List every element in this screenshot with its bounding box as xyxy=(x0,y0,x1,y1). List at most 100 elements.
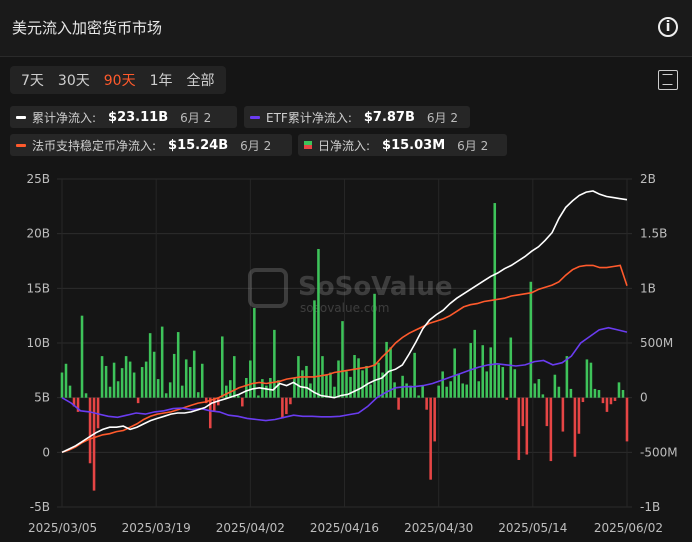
daily-bar[interactable] xyxy=(341,321,344,398)
daily-bar[interactable] xyxy=(269,377,272,398)
daily-bar[interactable] xyxy=(188,367,192,398)
daily-bar[interactable] xyxy=(513,369,517,398)
daily-bar[interactable] xyxy=(200,363,204,398)
daily-bar[interactable] xyxy=(124,356,128,398)
daily-bar[interactable] xyxy=(88,397,92,464)
daily-bar[interactable] xyxy=(557,386,561,398)
daily-bar[interactable] xyxy=(281,397,284,419)
daily-bar[interactable] xyxy=(184,359,188,398)
daily-bar[interactable] xyxy=(285,397,288,415)
daily-bar[interactable] xyxy=(176,332,180,398)
daily-bar[interactable] xyxy=(613,397,617,401)
daily-bar[interactable] xyxy=(441,371,444,398)
daily-bar[interactable] xyxy=(481,345,485,398)
daily-bar[interactable] xyxy=(84,393,88,398)
daily-bar[interactable] xyxy=(172,353,176,398)
daily-bar[interactable] xyxy=(180,385,184,398)
daily-bar[interactable] xyxy=(461,383,464,398)
daily-bar[interactable] xyxy=(569,388,573,398)
daily-bar[interactable] xyxy=(112,362,116,398)
daily-bar[interactable] xyxy=(237,395,240,398)
daily-bar[interactable] xyxy=(104,365,108,398)
daily-bar[interactable] xyxy=(453,348,456,398)
daily-bar[interactable] xyxy=(277,380,280,398)
daily-bar[interactable] xyxy=(585,359,589,398)
daily-bar[interactable] xyxy=(385,341,388,398)
daily-bar[interactable] xyxy=(433,397,436,442)
daily-bar[interactable] xyxy=(429,397,432,480)
daily-bar[interactable] xyxy=(581,397,585,403)
daily-bar[interactable] xyxy=(617,382,621,398)
daily-bar[interactable] xyxy=(168,382,172,398)
daily-bar[interactable] xyxy=(293,377,296,398)
daily-bar[interactable] xyxy=(325,374,328,398)
daily-bar[interactable] xyxy=(333,386,336,398)
daily-bar[interactable] xyxy=(625,397,629,442)
daily-bar[interactable] xyxy=(373,293,376,398)
daily-bar[interactable] xyxy=(136,397,140,404)
daily-bar[interactable] xyxy=(68,385,72,398)
daily-bar[interactable] xyxy=(529,281,533,398)
daily-bar[interactable] xyxy=(301,370,304,398)
daily-bar[interactable] xyxy=(253,308,256,398)
chart-plot[interactable]: SoSoValue sosovalue.com 25B 2B 20B 1.5B 15B 1… xyxy=(0,0,692,542)
daily-bar[interactable] xyxy=(148,333,152,398)
daily-bar[interactable] xyxy=(517,397,521,460)
daily-bar[interactable] xyxy=(413,352,416,398)
daily-bar[interactable] xyxy=(477,381,481,398)
daily-bar[interactable] xyxy=(361,370,364,398)
daily-bar[interactable] xyxy=(425,397,428,410)
daily-bar[interactable] xyxy=(449,381,452,398)
daily-bar[interactable] xyxy=(245,377,248,398)
daily-bar[interactable] xyxy=(80,315,84,398)
daily-bar[interactable] xyxy=(313,300,316,398)
daily-bar[interactable] xyxy=(421,385,424,398)
daily-bar[interactable] xyxy=(305,365,308,398)
daily-bar[interactable] xyxy=(405,383,408,398)
daily-bar[interactable] xyxy=(497,364,501,398)
daily-bar[interactable] xyxy=(229,380,232,398)
daily-bar[interactable] xyxy=(621,390,625,398)
daily-bar[interactable] xyxy=(565,356,569,398)
daily-bar[interactable] xyxy=(225,385,228,398)
daily-bar[interactable] xyxy=(541,394,545,398)
daily-bar[interactable] xyxy=(152,351,156,398)
daily-bar[interactable] xyxy=(397,397,400,410)
daily-bar[interactable] xyxy=(100,356,104,398)
daily-bar[interactable] xyxy=(144,361,148,398)
daily-bar[interactable] xyxy=(605,397,609,412)
daily-bar[interactable] xyxy=(337,360,340,398)
daily-bar[interactable] xyxy=(609,397,613,405)
daily-bar[interactable] xyxy=(160,326,164,398)
daily-bar[interactable] xyxy=(501,367,505,398)
daily-bar[interactable] xyxy=(393,382,396,398)
daily-bar[interactable] xyxy=(533,383,537,398)
daily-bar[interactable] xyxy=(473,329,477,398)
daily-bar[interactable] xyxy=(545,397,549,427)
daily-bar[interactable] xyxy=(601,397,605,404)
daily-bar[interactable] xyxy=(589,362,593,398)
daily-bar[interactable] xyxy=(577,397,581,434)
daily-bar[interactable] xyxy=(349,376,352,398)
daily-bar[interactable] xyxy=(509,337,513,398)
daily-bar[interactable] xyxy=(233,356,236,398)
daily-bar[interactable] xyxy=(329,372,332,398)
daily-bar[interactable] xyxy=(249,360,252,398)
daily-bar[interactable] xyxy=(156,379,160,398)
daily-bar[interactable] xyxy=(357,358,360,398)
daily-bar[interactable] xyxy=(108,386,112,398)
daily-bar[interactable] xyxy=(208,397,212,429)
daily-bar[interactable] xyxy=(116,381,120,398)
daily-bar[interactable] xyxy=(64,363,68,398)
daily-bar[interactable] xyxy=(457,373,460,398)
daily-bar[interactable] xyxy=(92,397,96,491)
daily-bar[interactable] xyxy=(257,395,260,398)
daily-bar[interactable] xyxy=(417,395,420,398)
daily-bar[interactable] xyxy=(549,397,553,462)
daily-bar[interactable] xyxy=(445,386,448,398)
daily-bar[interactable] xyxy=(164,393,168,398)
daily-bar[interactable] xyxy=(597,390,601,398)
daily-bar[interactable] xyxy=(505,397,509,400)
daily-bar[interactable] xyxy=(265,385,268,398)
daily-bar[interactable] xyxy=(553,374,557,398)
